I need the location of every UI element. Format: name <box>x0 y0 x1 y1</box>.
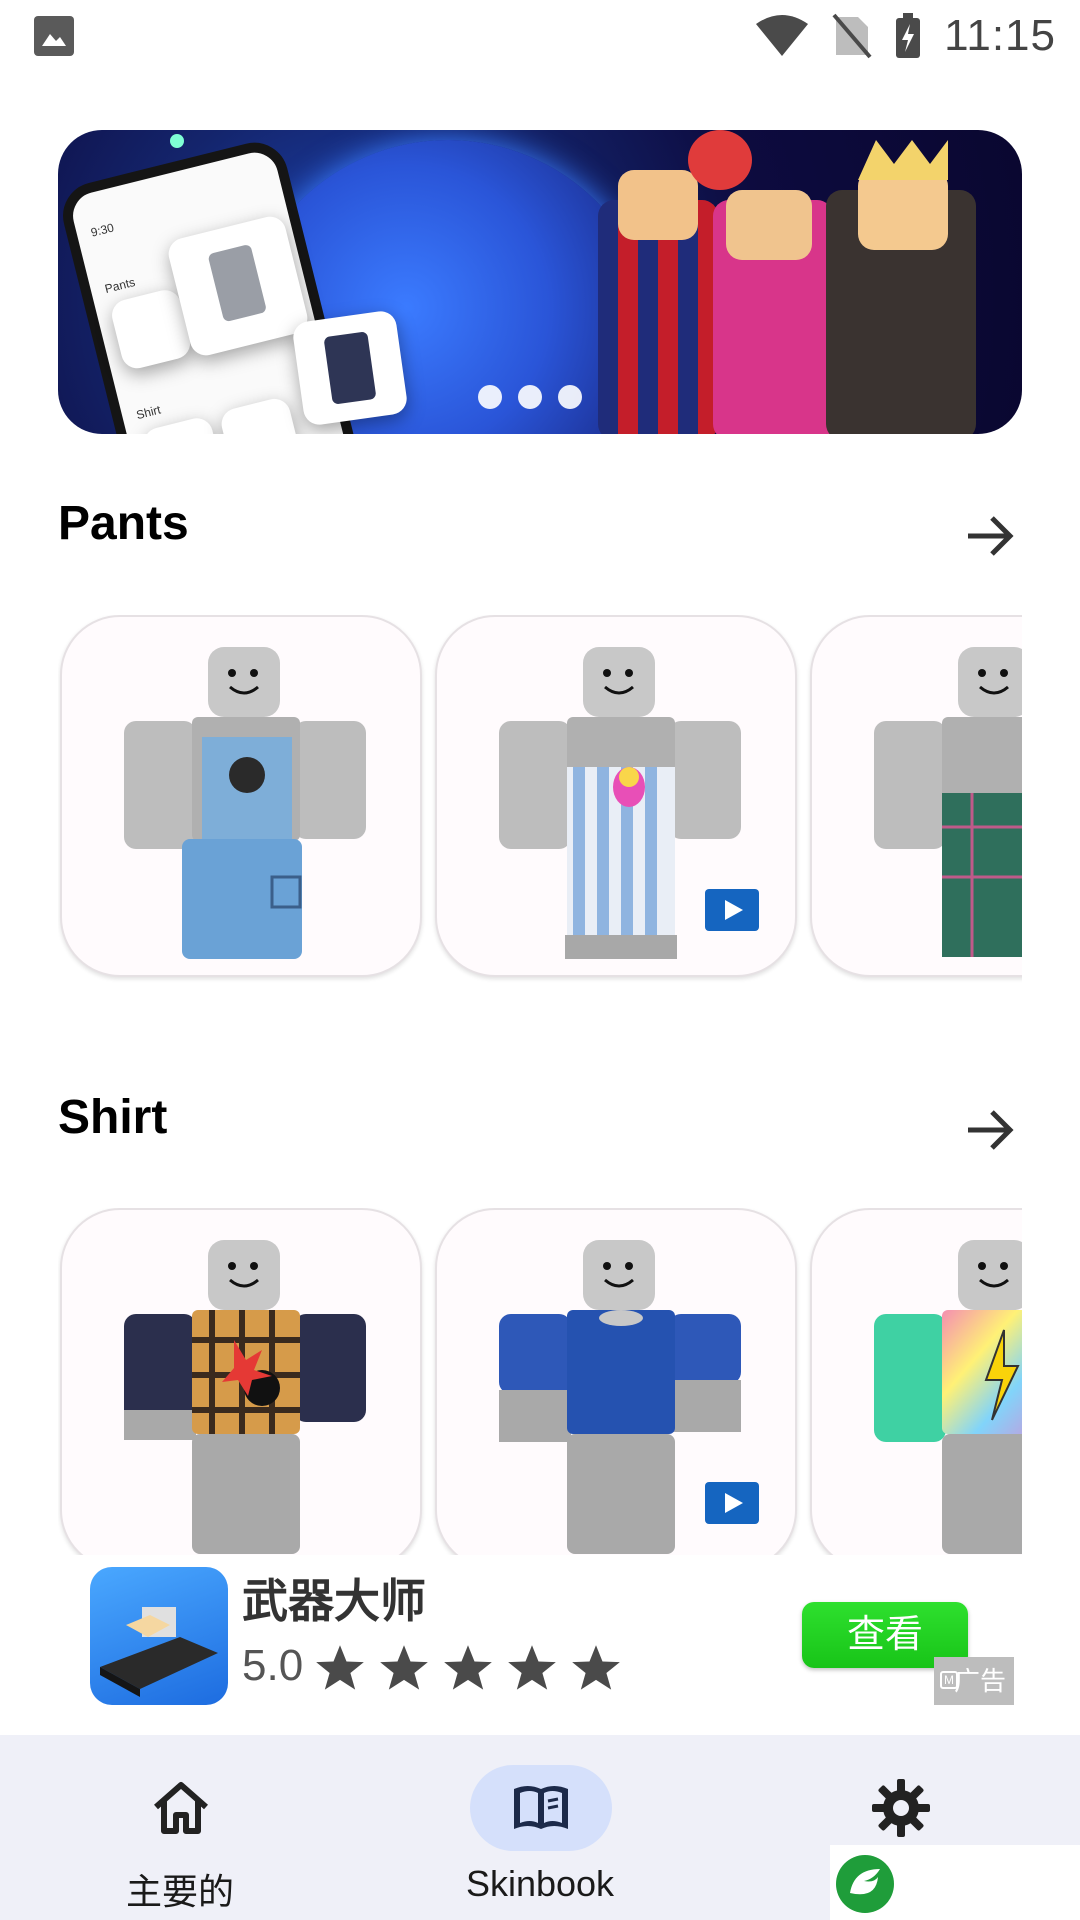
video-play-icon[interactable] <box>705 1482 759 1524</box>
avatar-preview <box>124 1240 366 1554</box>
avatar-preview <box>874 647 1022 957</box>
nav-item-home[interactable]: 主要的 <box>0 1735 360 1920</box>
ad-banner[interactable]: 武器大师 5.0 查看 M 广告 <box>0 1555 1080 1735</box>
pants-card[interactable] <box>435 615 797 977</box>
phone-section-pants: Pants <box>103 274 137 296</box>
nav-label-home: 主要的 <box>125 1871 234 1912</box>
no-sim-icon <box>832 13 872 59</box>
ad-label-badge[interactable]: M 广告 <box>934 1657 1014 1705</box>
mini-avatar <box>207 243 268 323</box>
battery-charging-icon <box>896 13 921 58</box>
carousel-dot[interactable] <box>558 385 582 409</box>
shirt-card[interactable] <box>435 1208 797 1560</box>
phone-card <box>218 395 304 434</box>
status-icons: 11:15 <box>754 10 1056 62</box>
floating-card <box>291 309 409 427</box>
star-icon <box>444 1645 492 1690</box>
phone-time: 9:30 <box>89 220 116 240</box>
wifi-icon <box>756 15 809 56</box>
star-icon <box>380 1645 428 1690</box>
home-icon <box>154 1782 208 1834</box>
ad-star-rating <box>314 1643 622 1693</box>
ad-app-name: 武器大师 <box>242 1575 426 1627</box>
ad-app-icon[interactable] <box>90 1567 228 1705</box>
carousel-dot[interactable] <box>478 385 502 409</box>
avatar-preview <box>874 1240 1022 1554</box>
section-title-pants: Pants <box>58 497 189 550</box>
overlay-logo-box <box>830 1845 1080 1920</box>
carousel-indicator[interactable] <box>478 385 582 409</box>
video-play-icon[interactable] <box>705 889 759 931</box>
character-head <box>618 170 698 240</box>
star-icon <box>572 1645 620 1690</box>
carousel-dot[interactable] <box>518 385 542 409</box>
book-icon <box>514 1786 568 1829</box>
status-bar: 11:15 <box>0 0 1080 72</box>
pants-carousel[interactable] <box>58 615 1022 985</box>
phone-section-shirt: Shirt <box>134 402 163 423</box>
gallery-icon <box>34 16 74 56</box>
nav-item-skinbook[interactable]: Skinbook <box>360 1735 720 1920</box>
pants-card[interactable] <box>810 615 1022 977</box>
pants-card[interactable] <box>60 615 422 977</box>
character-hair <box>858 140 948 180</box>
star-icon <box>508 1645 556 1690</box>
character-head <box>858 170 948 250</box>
star-decoration <box>170 134 184 148</box>
clock: 11:15 <box>944 11 1056 60</box>
leaf-logo-icon <box>836 1855 894 1913</box>
gear-icon <box>872 1779 930 1837</box>
shirt-card[interactable] <box>60 1208 422 1560</box>
mini-avatar <box>323 331 377 405</box>
arrow-right-icon[interactable] <box>962 1102 1018 1158</box>
promo-banner[interactable]: 9:30 Pants Shirt <box>58 130 1022 434</box>
arrow-right-icon[interactable] <box>962 508 1018 564</box>
ad-label-text: 广告 <box>953 1666 1006 1696</box>
shirt-carousel[interactable] <box>58 1208 1022 1560</box>
ad-rating-value: 5.0 <box>242 1641 304 1690</box>
star-icon <box>316 1645 364 1690</box>
character-head <box>726 190 812 260</box>
shirt-card[interactable] <box>810 1208 1022 1560</box>
nav-label-skinbook: Skinbook <box>465 1863 615 1904</box>
pompom-decoration <box>688 130 752 190</box>
section-title-shirt: Shirt <box>58 1091 168 1144</box>
ad-info-icon: M <box>940 1671 958 1689</box>
avatar-preview <box>124 647 366 959</box>
